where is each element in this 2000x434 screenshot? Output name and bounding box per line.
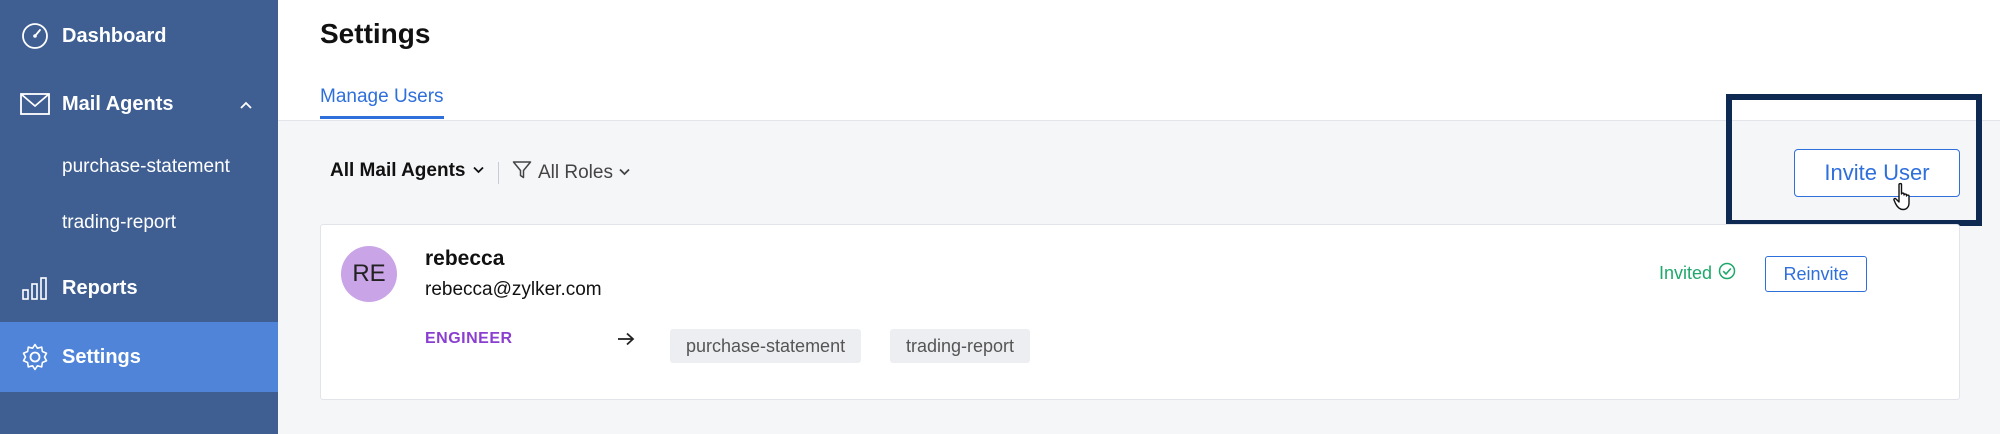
sidebar: Dashboard Mail Agents purchase-statement… [0, 0, 278, 434]
sidebar-item-label: Reports [62, 276, 138, 299]
roles-filter-label: All Roles [538, 162, 613, 183]
sidebar-item-label: Dashboard [62, 24, 167, 47]
roles-filter[interactable]: All Roles [512, 160, 630, 186]
chevron-down-icon [619, 165, 630, 179]
gear-icon [18, 340, 52, 374]
user-card [320, 224, 1960, 400]
mail-agents-filter-label: All Mail Agents [330, 160, 466, 181]
sidebar-item-dashboard[interactable]: Dashboard [0, 10, 278, 62]
arrow-right-icon [616, 330, 636, 353]
hand-pointer-cursor-icon [1892, 182, 1916, 217]
check-circle-icon [1718, 262, 1736, 285]
sidebar-item-reports[interactable]: Reports [0, 262, 278, 314]
avatar: RE [341, 246, 397, 302]
chevron-down-icon [473, 163, 485, 177]
user-name: rebecca [425, 247, 505, 270]
status-label: Invited [1659, 263, 1713, 283]
sidebar-item-label: Mail Agents [62, 92, 174, 115]
tab-manage-users[interactable]: Manage Users [320, 86, 444, 119]
user-email: rebecca@zylker.com [425, 279, 602, 300]
dashboard-gauge-icon [18, 19, 52, 53]
agent-chip: trading-report [890, 329, 1031, 363]
mail-agents-filter[interactable]: All Mail Agents [330, 160, 485, 182]
reinvite-button[interactable]: Reinvite [1765, 256, 1867, 292]
page-title: Settings [320, 18, 431, 49]
sidebar-item-label: Settings [62, 345, 141, 368]
sidebar-item-label: trading-report [62, 212, 177, 233]
sidebar-item-mail-agents[interactable]: Mail Agents [0, 78, 278, 130]
filter-divider [498, 162, 499, 184]
invite-user-button[interactable]: Invite User [1794, 149, 1960, 197]
chevron-up-icon[interactable] [240, 96, 252, 112]
filter-funnel-icon [512, 160, 532, 186]
invite-status: Invited [1659, 262, 1736, 285]
sidebar-item-settings[interactable]: Settings [0, 322, 278, 392]
role-badge: ENGINEER [425, 330, 513, 347]
sidebar-item-trading-report[interactable]: trading-report [0, 200, 278, 246]
sidebar-item-label: purchase-statement [62, 156, 230, 177]
mail-envelope-icon [18, 87, 52, 121]
sidebar-item-purchase-statement[interactable]: purchase-statement [0, 144, 278, 190]
agent-chip: purchase-statement [670, 329, 862, 363]
bar-chart-icon [18, 271, 52, 305]
